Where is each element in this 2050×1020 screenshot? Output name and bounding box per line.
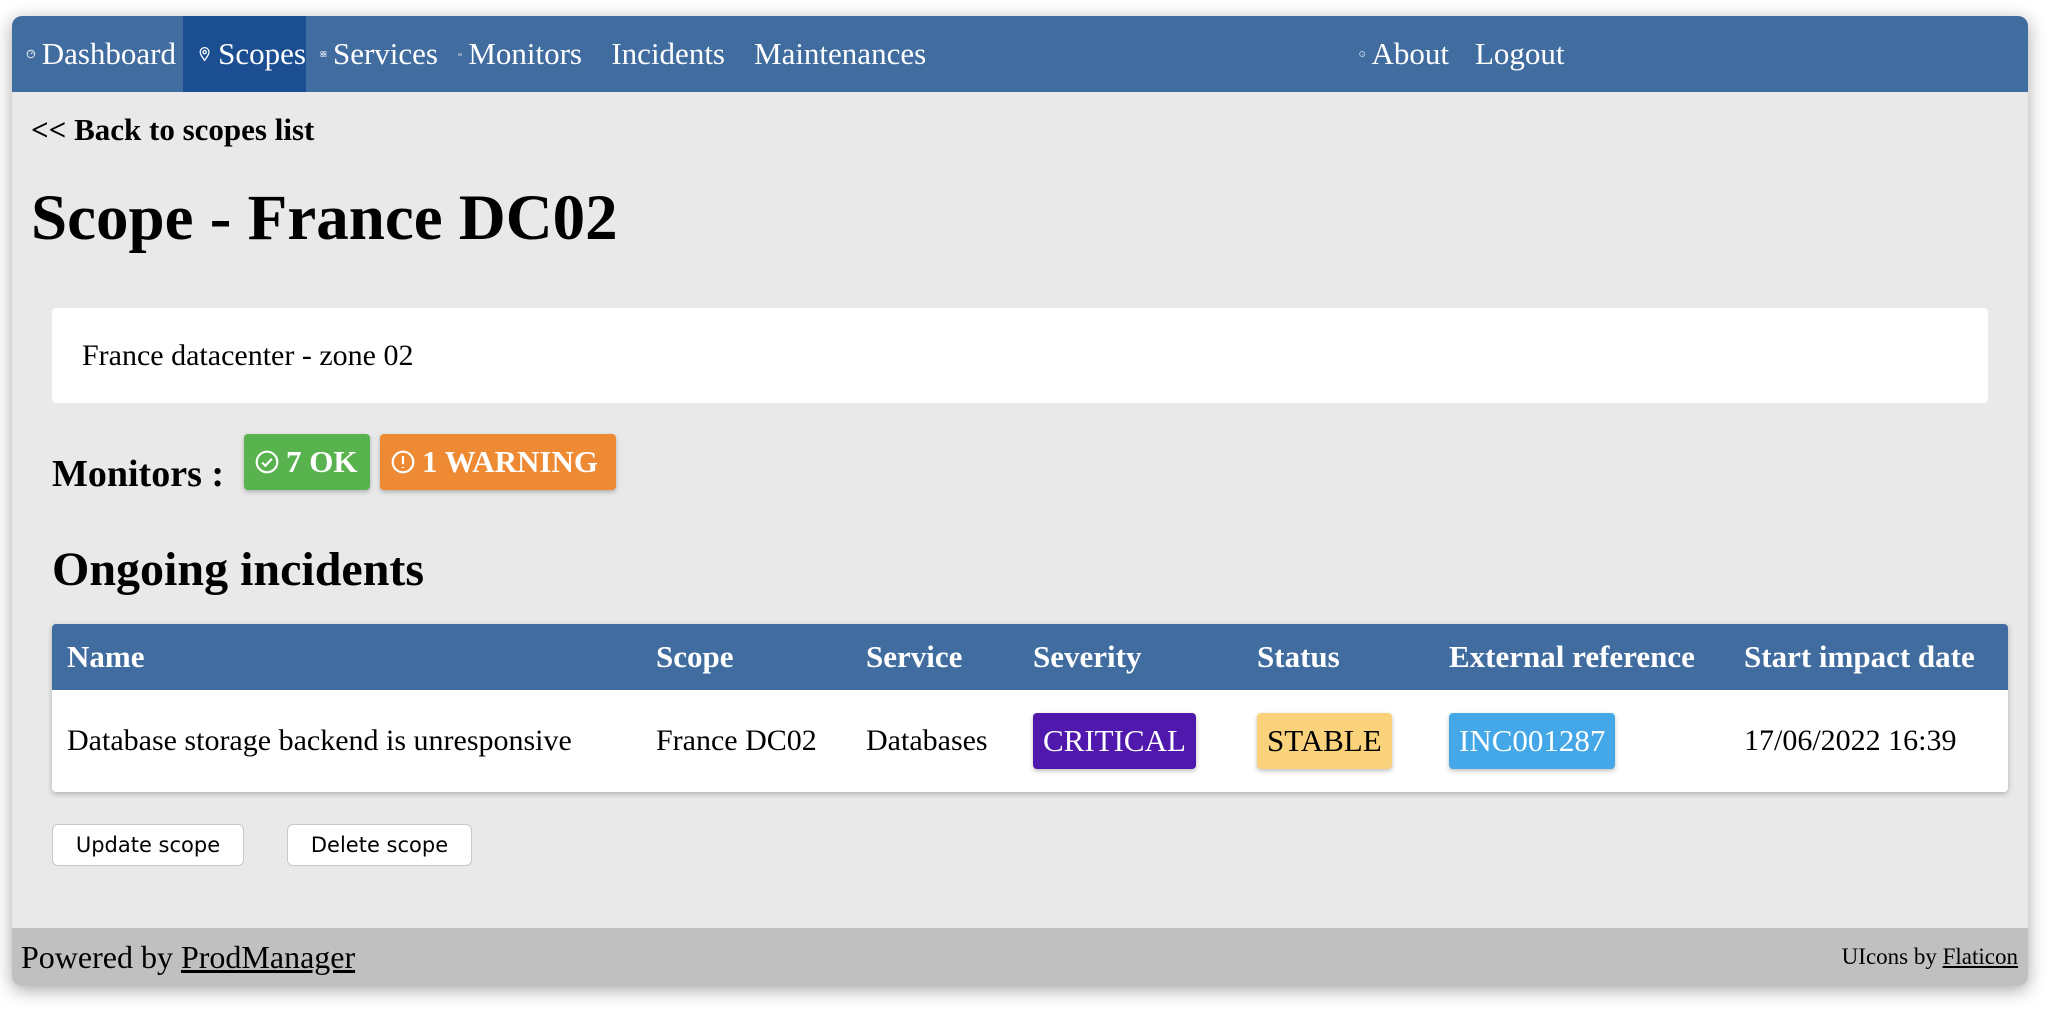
monitors-label: Monitors : [52, 453, 225, 495]
nav-label: About [1371, 36, 1450, 71]
delete-scope-button[interactable]: Delete scope [287, 824, 472, 866]
nav-label: Maintenances [754, 36, 927, 71]
nav-maintenances[interactable]: Maintenances [748, 16, 926, 92]
column-header-external-reference: External reference [1449, 639, 1695, 674]
column-header-severity: Severity [1033, 639, 1142, 674]
app-window: Dashboard Scopes Services Monitors Incid… [12, 16, 2028, 986]
scope-description: France datacenter - zone 02 [82, 338, 414, 372]
nav-scopes[interactable]: Scopes [183, 16, 306, 92]
info-icon [1359, 51, 1366, 57]
monitors-warning-badge[interactable]: 1 WARNING [380, 434, 616, 490]
incident-scope-cell: France DC02 [656, 690, 817, 792]
update-scope-button[interactable]: Update scope [52, 824, 244, 866]
exclamation-circle-icon [391, 450, 415, 474]
column-header-name: Name [67, 639, 145, 674]
nav-dashboard[interactable]: Dashboard [26, 16, 176, 92]
scope-description-card: France datacenter - zone 02 [52, 308, 1988, 403]
check-circle-icon [255, 450, 279, 474]
incident-start-date-cell: 17/06/2022 16:39 [1744, 690, 1957, 792]
top-navbar: Dashboard Scopes Services Monitors Incid… [12, 16, 2028, 92]
incident-service: Databases [866, 724, 988, 757]
powered-by: Powered by ProdManager [21, 928, 355, 986]
incident-service-cell: Databases [866, 690, 988, 792]
grid-icon [320, 51, 327, 57]
powered-by-prefix: Powered by [21, 938, 173, 975]
nav-incidents[interactable]: Incidents [605, 16, 725, 92]
back-to-scopes-link[interactable]: << Back to scopes list [31, 112, 314, 148]
incident-name-cell[interactable]: Database storage backend is unresponsive [67, 690, 572, 792]
prodmanager-link[interactable]: ProdManager [181, 939, 355, 976]
page-title: Scope - France DC02 [31, 182, 618, 254]
nav-services[interactable]: Services [320, 16, 438, 92]
monitors-ok-badge[interactable]: 7 OK [244, 434, 370, 490]
nav-label: Incidents [611, 36, 725, 71]
column-header-start-impact-date: Start impact date [1744, 639, 1975, 674]
nav-logout[interactable]: Logout [1475, 16, 1565, 92]
nav-monitors[interactable]: Monitors [458, 16, 582, 92]
table-header: Name Scope Service Severity Status Exter… [52, 624, 2008, 690]
badge-label: 7 OK [286, 444, 358, 479]
nav-label: Dashboard [41, 36, 176, 71]
nav-label: Logout [1475, 36, 1565, 71]
nav-label: Monitors [468, 36, 582, 71]
icons-credit: UIcons by Flaticon [1842, 928, 2018, 986]
severity-badge[interactable]: CRITICAL [1033, 713, 1196, 769]
incident-name[interactable]: Database storage backend is unresponsive [67, 724, 572, 758]
incident-severity-cell: CRITICAL [1033, 690, 1196, 792]
incident-start-date: 17/06/2022 16:39 [1744, 724, 1957, 757]
column-header-service: Service [866, 639, 963, 674]
status-badge[interactable]: STABLE [1257, 713, 1392, 769]
column-header-status: Status [1257, 639, 1340, 674]
ongoing-incidents-title: Ongoing incidents [52, 543, 425, 596]
column-header-scope: Scope [656, 639, 734, 674]
icons-credit-prefix: UIcons by [1841, 944, 1937, 969]
nav-label: Services [332, 36, 438, 71]
chart-bar-icon [458, 52, 462, 56]
nav-about[interactable]: About [1359, 16, 1449, 92]
nav-label: Scopes [218, 36, 306, 71]
external-reference-badge[interactable]: INC001287 [1449, 713, 1616, 769]
incident-status-cell: STABLE [1257, 690, 1392, 792]
map-pin-icon [199, 47, 210, 62]
badge-label: 1 WARNING [422, 444, 598, 479]
incidents-table: Name Scope Service Severity Status Exter… [52, 624, 2008, 792]
incident-scope: France DC02 [656, 724, 817, 757]
gauge-icon [26, 49, 36, 59]
flaticon-link[interactable]: Flaticon [1943, 944, 2018, 970]
footer: Powered by ProdManager UIcons by Flatico… [12, 928, 2028, 986]
incident-reference-cell: INC001287 [1449, 690, 1616, 792]
